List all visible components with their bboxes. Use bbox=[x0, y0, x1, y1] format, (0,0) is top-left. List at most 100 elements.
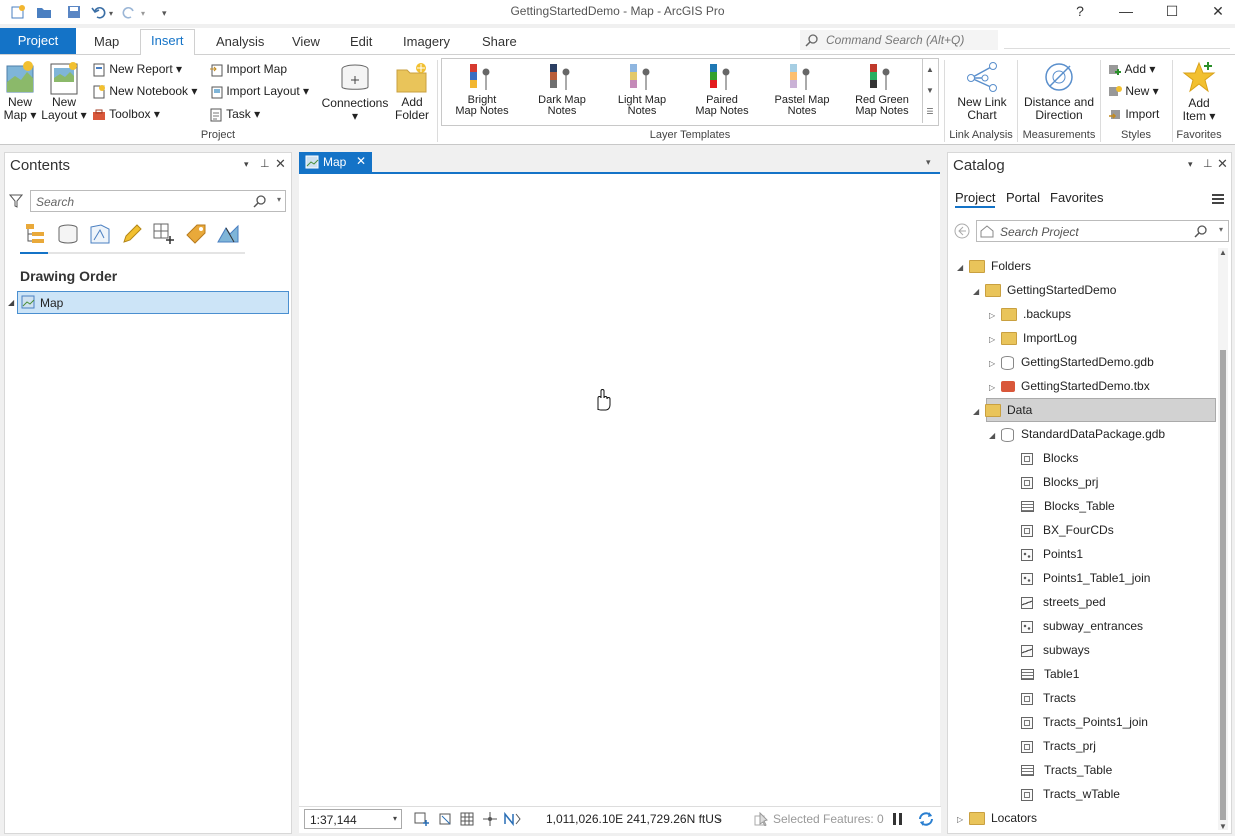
connections-icon[interactable] bbox=[338, 62, 372, 96]
map-notes-template-icon[interactable] bbox=[626, 62, 662, 94]
search-dropdown-icon[interactable]: ▾ bbox=[1219, 225, 1223, 234]
add-item-button[interactable]: Add Item ▾ bbox=[1176, 97, 1222, 123]
list-by-labeling-icon[interactable] bbox=[184, 222, 208, 246]
scale-dropdown-icon[interactable]: ▾ bbox=[393, 814, 397, 823]
list-by-snapping-icon[interactable] bbox=[152, 222, 176, 246]
catalog-options-icon[interactable]: ▾ bbox=[1188, 159, 1193, 170]
map-canvas[interactable] bbox=[299, 174, 940, 806]
expand-icon[interactable]: ▷ bbox=[989, 304, 1001, 328]
collapse-icon[interactable]: ◢ bbox=[973, 280, 985, 304]
layer-template-button[interactable]: Red GreenMap Notes bbox=[842, 95, 922, 117]
contents-close-icon[interactable]: ✕ bbox=[275, 156, 286, 172]
map-item[interactable]: Map bbox=[17, 291, 289, 314]
new-map-icon[interactable] bbox=[4, 60, 38, 96]
new-layout-button[interactable]: New Layout ▾ bbox=[40, 96, 88, 122]
map-view-tab[interactable]: Map ✕ bbox=[299, 152, 372, 172]
expand-icon[interactable]: ▷ bbox=[989, 352, 1001, 376]
gdb-item-row[interactable]: Blocks_prj bbox=[1021, 470, 1098, 494]
gallery-scroll[interactable]: ▲ ▼ ☰ bbox=[922, 59, 937, 123]
search-icon[interactable] bbox=[1194, 224, 1208, 241]
minimize-button[interactable]: — bbox=[1114, 2, 1138, 20]
map-notes-template-icon[interactable] bbox=[706, 62, 742, 94]
collapse-icon[interactable]: ◢ bbox=[957, 256, 969, 280]
catalog-scrollbar-thumb[interactable] bbox=[1220, 350, 1226, 820]
tab-imagery[interactable]: Imagery bbox=[393, 31, 460, 53]
search-dropdown-icon[interactable]: ▾ bbox=[277, 195, 281, 204]
contents-options-icon[interactable]: ▾ bbox=[244, 159, 249, 170]
new-report-button[interactable]: New Report ▾ bbox=[92, 62, 182, 77]
catalog-search-input[interactable]: Search Project ▾ bbox=[976, 220, 1229, 242]
gdb-item-row[interactable]: Blocks_Table bbox=[1021, 494, 1115, 518]
add-folder-button[interactable]: Add Folder bbox=[392, 96, 432, 122]
catalog-pin-icon[interactable]: ⊥ bbox=[1203, 157, 1213, 170]
layer-template-button[interactable]: Light MapNotes bbox=[602, 95, 682, 117]
back-icon[interactable] bbox=[953, 222, 971, 243]
connections-button[interactable]: Connections ▾ bbox=[320, 97, 390, 123]
tree-row[interactable]: ▷ImportLog bbox=[989, 326, 1077, 350]
map-tab-menu-icon[interactable]: ▾ bbox=[926, 157, 931, 168]
scroll-down-icon[interactable]: ▼ bbox=[1219, 822, 1227, 831]
distance-direction-button[interactable]: Distance and Direction bbox=[1020, 96, 1098, 122]
tree-row[interactable]: ▷GettingStartedDemo.gdb bbox=[989, 350, 1154, 374]
styles-new-button[interactable]: New ▾ bbox=[1108, 84, 1159, 99]
styles-add-button[interactable]: Add ▾ bbox=[1108, 62, 1155, 77]
map-tab-close-icon[interactable]: ✕ bbox=[356, 154, 366, 168]
list-by-perspective-imagery-icon[interactable] bbox=[216, 222, 240, 246]
gdb-item-row[interactable]: Tracts_prj bbox=[1021, 734, 1096, 758]
search-icon[interactable] bbox=[253, 194, 267, 211]
new-link-chart-button[interactable]: New Link Chart bbox=[950, 96, 1014, 122]
close-button[interactable]: ✕ bbox=[1206, 2, 1230, 20]
gdb-item-row[interactable]: Tracts_Table bbox=[1021, 758, 1112, 782]
scroll-up-icon[interactable]: ▲ bbox=[1219, 248, 1227, 257]
map-expand-icon[interactable]: ◢ bbox=[8, 298, 14, 307]
account-area[interactable] bbox=[1004, 30, 1230, 49]
gallery-more-icon[interactable]: ☰ bbox=[923, 101, 937, 122]
tree-row[interactable]: ▷Locators bbox=[957, 806, 1037, 830]
tab-insert[interactable]: Insert bbox=[140, 29, 195, 56]
scale-selector[interactable]: 1:37,144 ▾ bbox=[304, 809, 402, 829]
command-search-input[interactable]: Command Search (Alt+Q) bbox=[800, 30, 998, 50]
expand-icon[interactable]: ▷ bbox=[957, 808, 969, 832]
catalog-tab-portal[interactable]: Portal bbox=[1006, 190, 1040, 205]
map-notes-template-icon[interactable] bbox=[546, 62, 582, 94]
new-map-button[interactable]: New Map ▾ bbox=[0, 96, 40, 122]
tab-view[interactable]: View bbox=[282, 31, 330, 53]
gdb-item-row[interactable]: BX_FourCDs bbox=[1021, 518, 1114, 542]
list-by-source-icon[interactable] bbox=[56, 222, 80, 246]
tab-share[interactable]: Share bbox=[472, 31, 527, 53]
gdb-item-row[interactable]: Points1_Table1_join bbox=[1021, 566, 1150, 590]
gdb-item-row[interactable]: Table1 bbox=[1021, 662, 1079, 686]
tree-row[interactable]: ▷.backups bbox=[989, 302, 1071, 326]
maximize-button[interactable]: ☐ bbox=[1160, 2, 1184, 20]
tab-map[interactable]: Map bbox=[84, 31, 129, 53]
new-layout-icon[interactable] bbox=[48, 60, 82, 96]
gdb-item-row[interactable]: Points1 bbox=[1021, 542, 1083, 566]
add-favorite-icon[interactable] bbox=[1182, 60, 1216, 94]
snapping-icon[interactable] bbox=[482, 812, 498, 829]
layer-template-button[interactable]: PairedMap Notes bbox=[682, 95, 762, 117]
distance-direction-icon[interactable] bbox=[1042, 60, 1076, 94]
tree-row-data[interactable]: ◢Data bbox=[973, 398, 1032, 422]
north-arrow-icon[interactable] bbox=[503, 812, 521, 829]
catalog-tab-favorites[interactable]: Favorites bbox=[1050, 190, 1103, 205]
pause-drawing-icon[interactable] bbox=[892, 812, 904, 829]
gdb-item-row[interactable]: Tracts_Points1_join bbox=[1021, 710, 1148, 734]
gallery-up-icon[interactable]: ▲ bbox=[923, 59, 937, 80]
gdb-item-row[interactable]: Blocks bbox=[1021, 446, 1078, 470]
tab-edit[interactable]: Edit bbox=[340, 31, 382, 53]
tree-row[interactable]: ◢GettingStartedDemo bbox=[973, 278, 1116, 302]
catalog-menu-icon[interactable] bbox=[1211, 193, 1225, 208]
gdb-item-row[interactable]: subways bbox=[1021, 638, 1090, 662]
tab-analysis[interactable]: Analysis bbox=[206, 31, 274, 53]
gdb-item-row[interactable]: Tracts_wTable bbox=[1021, 782, 1120, 806]
collapse-icon[interactable]: ◢ bbox=[973, 400, 985, 424]
catalog-close-icon[interactable]: ✕ bbox=[1217, 156, 1228, 172]
list-by-editing-icon[interactable] bbox=[120, 222, 144, 246]
map-notes-template-icon[interactable] bbox=[466, 62, 502, 94]
coordinate-format-icon[interactable]: ⌄ bbox=[715, 813, 723, 824]
gdb-item-row[interactable]: Tracts bbox=[1021, 686, 1076, 710]
fixed-zoom-icon[interactable] bbox=[414, 812, 430, 829]
list-by-selection-icon[interactable] bbox=[88, 222, 112, 246]
expand-icon[interactable]: ▷ bbox=[989, 328, 1001, 352]
map-notes-template-icon[interactable] bbox=[786, 62, 822, 94]
